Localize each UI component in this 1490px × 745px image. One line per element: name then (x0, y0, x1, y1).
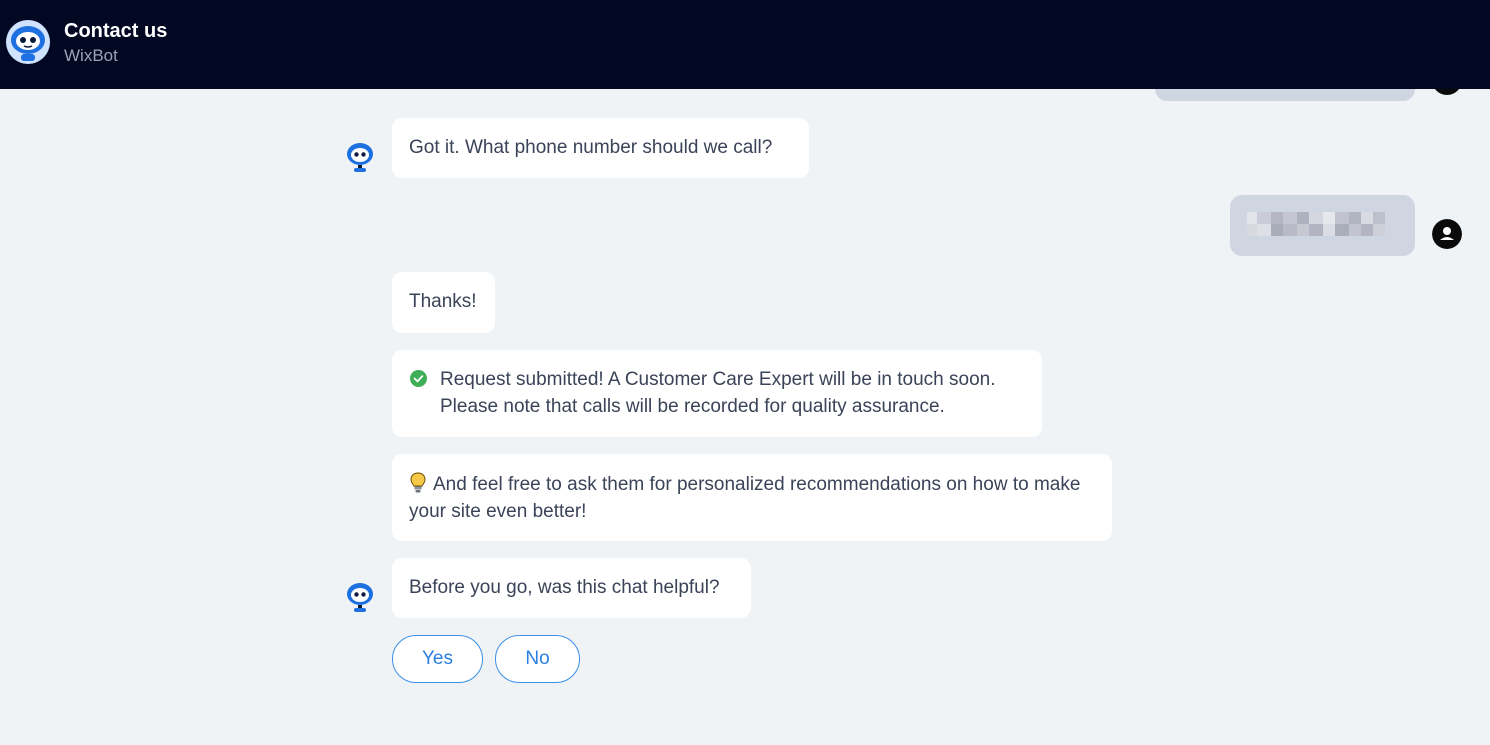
user-message-phone-redacted (1230, 195, 1415, 256)
bot-message-phone-question: Got it. What phone number should we call… (392, 118, 809, 178)
lightbulb-icon (410, 472, 426, 493)
check-circle-icon (410, 370, 427, 387)
submitted-line-2: Please note that calls will be recorded … (440, 396, 945, 417)
chat-header: Contact us WixBot (0, 0, 1490, 89)
bot-message-request-submitted: Request submitted! A Customer Care Exper… (392, 350, 1042, 437)
user-avatar-icon (1432, 219, 1462, 249)
header-subtitle: WixBot (64, 46, 118, 65)
submitted-line-1: Request submitted! A Customer Care Exper… (440, 369, 996, 390)
tip-text: And feel free to ask them for personaliz… (409, 474, 1081, 522)
wixbot-avatar-icon (6, 20, 50, 64)
header-title: Contact us (64, 20, 168, 42)
bot-message-thanks: Thanks! (392, 272, 495, 333)
feedback-no-button[interactable]: No (495, 635, 580, 683)
wixbot-robot-icon (347, 583, 373, 612)
wixbot-robot-icon (347, 143, 373, 172)
bot-message-tip: And feel free to ask them for personaliz… (392, 454, 1112, 541)
bot-message-feedback-question: Before you go, was this chat helpful? (392, 558, 751, 618)
feedback-yes-button[interactable]: Yes (392, 635, 483, 683)
